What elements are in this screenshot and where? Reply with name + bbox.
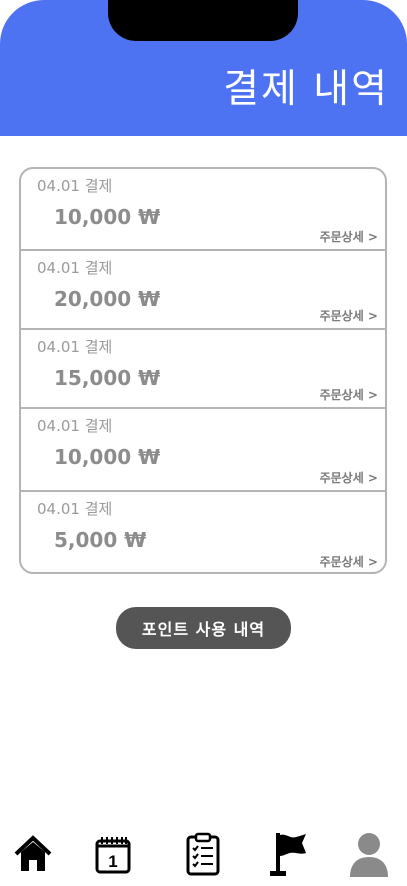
payment-amount: 10,000 ₩ — [54, 205, 161, 229]
nav-calendar[interactable]: 1 — [88, 826, 138, 881]
payment-list: 04.01 결제 10,000 ₩ 주문상세 > 04.01 결제 20,000… — [19, 167, 387, 574]
order-detail-link[interactable]: 주문상세 > — [320, 386, 378, 403]
payment-card: 04.01 결제 20,000 ₩ 주문상세 > — [21, 251, 385, 330]
payment-date: 04.01 결제 — [37, 500, 113, 518]
order-detail-link[interactable]: 주문상세 > — [320, 228, 378, 245]
home-icon — [14, 834, 52, 871]
payment-amount: 20,000 ₩ — [54, 287, 161, 311]
payment-date: 04.01 결제 — [37, 177, 113, 195]
nav-home[interactable] — [8, 826, 58, 881]
device-notch — [108, 0, 298, 41]
payment-card: 04.01 결제 10,000 ₩ 주문상세 > — [21, 409, 385, 492]
order-detail-link[interactable]: 주문상세 > — [320, 307, 378, 324]
profile-icon — [350, 832, 388, 877]
bottom-nav: 1 — [0, 826, 407, 886]
nav-checklist[interactable] — [178, 826, 228, 881]
payment-amount: 10,000 ₩ — [54, 445, 161, 469]
points-history-button[interactable]: 포인트 사용 내역 — [116, 607, 291, 649]
order-detail-link[interactable]: 주문상세 > — [320, 553, 378, 570]
screen: 결제 내역 04.01 결제 10,000 ₩ 주문상세 > 04.01 결제 … — [0, 0, 407, 886]
payment-amount: 15,000 ₩ — [54, 366, 161, 390]
nav-profile[interactable] — [344, 826, 394, 881]
payment-date: 04.01 결제 — [37, 259, 113, 277]
checklist-icon — [186, 832, 220, 875]
payment-card: 04.01 결제 5,000 ₩ 주문상세 > — [21, 492, 385, 572]
flag-icon — [270, 832, 306, 876]
nav-flag[interactable] — [262, 826, 312, 881]
calendar-day: 1 — [108, 852, 117, 871]
order-detail-link[interactable]: 주문상세 > — [320, 469, 378, 486]
page-title: 결제 내역 — [223, 67, 389, 112]
payment-date: 04.01 결제 — [37, 338, 113, 356]
calendar-icon: 1 — [95, 836, 131, 873]
payment-card: 04.01 결제 10,000 ₩ 주문상세 > — [21, 169, 385, 251]
header: 결제 내역 — [0, 0, 407, 136]
payment-card: 04.01 결제 15,000 ₩ 주문상세 > — [21, 330, 385, 409]
payment-amount: 5,000 ₩ — [54, 528, 147, 552]
payment-date: 04.01 결제 — [37, 417, 113, 435]
